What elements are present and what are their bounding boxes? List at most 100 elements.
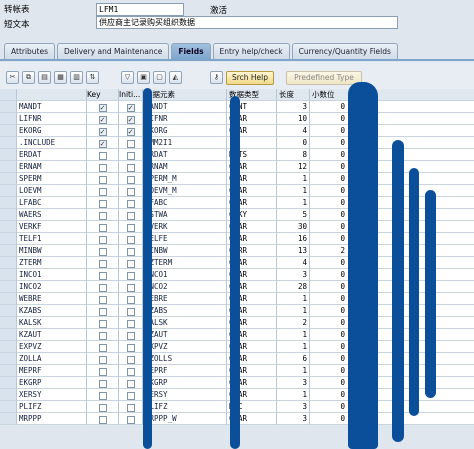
decimals-cell[interactable]: 0 bbox=[310, 413, 350, 425]
field-name-cell[interactable]: ERNAM bbox=[17, 161, 87, 173]
field-name-cell[interactable]: EXPVZ bbox=[17, 341, 87, 353]
data-element-cell[interactable]: WEBRE bbox=[143, 293, 227, 305]
row-selector[interactable] bbox=[0, 401, 17, 413]
decimals-cell[interactable]: 0 bbox=[310, 125, 350, 137]
row-selector[interactable] bbox=[0, 161, 17, 173]
field-name-cell[interactable]: EKORG bbox=[17, 125, 87, 137]
row-selector[interactable] bbox=[0, 125, 17, 137]
initial-checkbox[interactable] bbox=[126, 235, 135, 244]
deselect-icon[interactable]: ▢ bbox=[153, 71, 166, 84]
data-element-cell[interactable]: EKGRP bbox=[143, 377, 227, 389]
row-selector[interactable] bbox=[0, 149, 17, 161]
length-cell[interactable]: 8 bbox=[277, 149, 310, 161]
initial-checkbox[interactable] bbox=[126, 199, 135, 208]
initial-checkbox[interactable] bbox=[126, 319, 135, 328]
row-selector[interactable] bbox=[0, 113, 17, 125]
length-cell[interactable]: 6 bbox=[277, 353, 310, 365]
length-cell[interactable]: 1 bbox=[277, 389, 310, 401]
decimals-cell[interactable]: 0 bbox=[310, 269, 350, 281]
key-checkbox[interactable] bbox=[98, 247, 107, 256]
field-name-cell[interactable]: XERSY bbox=[17, 389, 87, 401]
initial-checkbox[interactable] bbox=[126, 163, 135, 172]
key-icon[interactable]: ⚷ bbox=[210, 71, 223, 84]
initial-checkbox[interactable] bbox=[126, 139, 135, 148]
length-cell[interactable]: 28 bbox=[277, 281, 310, 293]
row-selector[interactable] bbox=[0, 281, 17, 293]
length-cell[interactable]: 16 bbox=[277, 233, 310, 245]
key-checkbox[interactable] bbox=[98, 415, 107, 424]
length-cell[interactable]: 0 bbox=[277, 137, 310, 149]
decimals-cell[interactable]: 0 bbox=[310, 161, 350, 173]
data-element-cell[interactable]: KZAUT bbox=[143, 329, 227, 341]
decimals-cell[interactable]: 0 bbox=[310, 101, 350, 113]
row-selector[interactable] bbox=[0, 365, 17, 377]
srch-help-button[interactable]: Srch Help bbox=[226, 71, 274, 85]
data-element-cell[interactable]: LFABC bbox=[143, 197, 227, 209]
row-selector[interactable] bbox=[0, 317, 17, 329]
length-cell[interactable]: 1 bbox=[277, 293, 310, 305]
cut-icon[interactable]: ✂ bbox=[6, 71, 19, 84]
length-cell[interactable]: 13 bbox=[277, 245, 310, 257]
field-name-cell[interactable]: WAERS bbox=[17, 209, 87, 221]
initial-checkbox[interactable] bbox=[126, 331, 135, 340]
field-name-cell[interactable]: PLIFZ bbox=[17, 401, 87, 413]
decimals-cell[interactable]: 0 bbox=[310, 341, 350, 353]
filter-icon[interactable]: ▽ bbox=[121, 71, 134, 84]
key-checkbox[interactable]: ✓ bbox=[98, 139, 107, 148]
field-name-cell[interactable]: LIFNR bbox=[17, 113, 87, 125]
initial-checkbox[interactable] bbox=[126, 283, 135, 292]
length-cell[interactable]: 3 bbox=[277, 269, 310, 281]
key-checkbox[interactable]: ✓ bbox=[98, 115, 107, 124]
table-name-field[interactable]: LFM1 bbox=[96, 3, 184, 16]
initial-checkbox[interactable] bbox=[126, 271, 135, 280]
decimals-cell[interactable]: 0 bbox=[310, 317, 350, 329]
find-icon[interactable]: ◭ bbox=[169, 71, 182, 84]
initial-checkbox[interactable] bbox=[126, 187, 135, 196]
row-selector[interactable] bbox=[0, 137, 17, 149]
sort-icon[interactable]: ⇅ bbox=[86, 71, 99, 84]
data-element-cell[interactable]: XERSY bbox=[143, 389, 227, 401]
field-name-cell[interactable]: LFABC bbox=[17, 197, 87, 209]
length-cell[interactable]: 2 bbox=[277, 317, 310, 329]
initial-checkbox[interactable] bbox=[126, 355, 135, 364]
row-selector[interactable] bbox=[0, 389, 17, 401]
initial-checkbox[interactable] bbox=[126, 403, 135, 412]
key-checkbox[interactable] bbox=[98, 355, 107, 364]
row-selector[interactable] bbox=[0, 293, 17, 305]
length-cell[interactable]: 1 bbox=[277, 329, 310, 341]
length-cell[interactable]: 1 bbox=[277, 365, 310, 377]
data-element-cell[interactable]: PLIFZ bbox=[143, 401, 227, 413]
initial-checkbox[interactable]: ✓ bbox=[126, 127, 135, 136]
data-element-cell[interactable]: DZOLLS bbox=[143, 353, 227, 365]
short-text-field[interactable]: 供应商主记录购买组织数据 bbox=[96, 16, 398, 29]
decimals-cell[interactable]: 0 bbox=[310, 149, 350, 161]
field-name-cell[interactable]: INCO1 bbox=[17, 269, 87, 281]
row-selector[interactable] bbox=[0, 221, 17, 233]
column-header-initial[interactable]: Initi... bbox=[119, 89, 143, 101]
data-element-cell[interactable]: EMM2I1 bbox=[143, 137, 227, 149]
key-checkbox[interactable]: ✓ bbox=[98, 127, 107, 136]
row-selector[interactable] bbox=[0, 341, 17, 353]
data-element-cell[interactable]: SPERM_M bbox=[143, 173, 227, 185]
initial-checkbox[interactable] bbox=[126, 223, 135, 232]
length-cell[interactable]: 1 bbox=[277, 305, 310, 317]
key-checkbox[interactable] bbox=[98, 331, 107, 340]
initial-checkbox[interactable] bbox=[126, 307, 135, 316]
initial-checkbox[interactable] bbox=[126, 391, 135, 400]
key-checkbox[interactable] bbox=[98, 391, 107, 400]
row-selector[interactable] bbox=[0, 377, 17, 389]
decimals-cell[interactable]: 0 bbox=[310, 281, 350, 293]
decimals-cell[interactable]: 2 bbox=[310, 245, 350, 257]
column-header-field[interactable] bbox=[17, 89, 87, 101]
key-checkbox[interactable] bbox=[98, 307, 107, 316]
field-name-cell[interactable]: KZAUT bbox=[17, 329, 87, 341]
length-cell[interactable]: 12 bbox=[277, 161, 310, 173]
decimals-cell[interactable]: 0 bbox=[310, 221, 350, 233]
length-cell[interactable]: 1 bbox=[277, 341, 310, 353]
column-header-length[interactable]: 长度 bbox=[277, 89, 310, 101]
field-name-cell[interactable]: ERDAT bbox=[17, 149, 87, 161]
key-checkbox[interactable]: ✓ bbox=[98, 103, 107, 112]
tab-delivery-maintenance[interactable]: Delivery and Maintenance bbox=[57, 43, 170, 59]
row-selector[interactable] bbox=[0, 329, 17, 341]
key-checkbox[interactable] bbox=[98, 283, 107, 292]
